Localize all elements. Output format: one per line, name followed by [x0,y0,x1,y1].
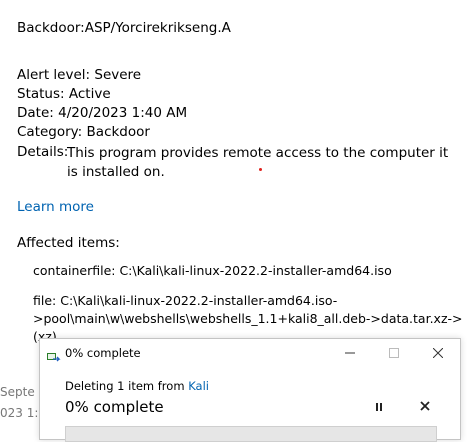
date-row: Date: 4/20/2023 1:40 AM [17,105,187,121]
affected-item: containerfile: C:\Kali\kali-linux-2022.2… [33,263,392,278]
destination-link[interactable]: Kali [188,379,209,393]
minimize-button[interactable] [335,341,365,365]
cancel-icon[interactable] [420,399,430,415]
alert-level-label: Alert level: [17,67,91,83]
progress-title: 0% complete [65,398,164,416]
details-value: This program provides remote access to t… [67,145,449,180]
background-text-fragment: Septe [0,385,35,399]
date-value: 4/20/2023 1:40 AM [58,105,188,121]
status-label: Status: [17,86,65,102]
category-label: Category: [17,124,83,140]
dialog-message-text: Deleting 1 item from [65,379,189,393]
learn-more-link[interactable]: Learn more [17,199,94,215]
date-label: Date: [17,105,54,121]
dialog-title: 0% complete [65,346,141,360]
progress-bar [65,426,437,442]
delete-progress-icon [47,348,61,362]
status-row: Status: Active [17,86,111,102]
status-value: Active [68,86,111,102]
alert-level-value: Severe [94,67,142,83]
affected-items-header: Affected items: [17,235,120,251]
close-button[interactable] [423,341,453,365]
alert-dot [259,168,262,171]
dialog-message: Deleting 1 item from Kali [65,379,209,393]
category-value: Backdoor [86,124,150,140]
threat-name: Backdoor:ASP/Yorcirekrikseng.A [17,20,231,36]
pause-icon[interactable] [374,401,384,415]
alert-level-row: Alert level: Severe [17,67,141,83]
category-row: Category: Backdoor [17,124,150,140]
delete-progress-dialog: 0% complete Deleting 1 item from Kali 0%… [39,338,461,442]
details-label: Details: [17,144,69,160]
maximize-button [379,341,409,365]
